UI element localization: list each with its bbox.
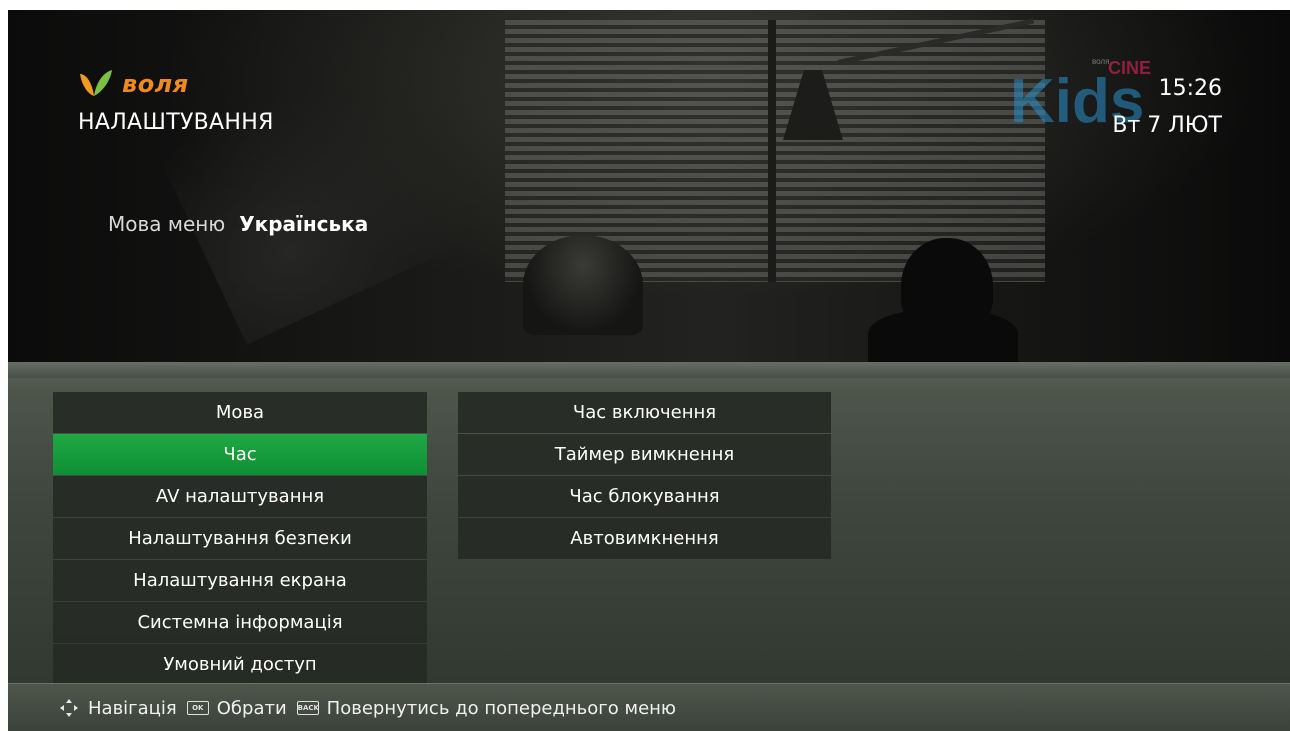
- hint-back: Повернутись до попереднього меню: [326, 697, 677, 719]
- hint-navigation: Навігація: [88, 697, 177, 719]
- hint-select: Обрати: [216, 697, 287, 719]
- submenu-item-auto-power-off[interactable]: Автовимкнення: [458, 518, 831, 559]
- clock-date: Вт 7 ЛЮТ: [1112, 113, 1222, 138]
- menu-item-conditional-access[interactable]: Умовний доступ: [53, 644, 427, 685]
- menu-language-info: Мова меню Українська: [108, 212, 368, 236]
- submenu-item-lock-time[interactable]: Час блокування: [458, 476, 831, 517]
- menu-language-value: Українська: [239, 212, 369, 236]
- back-key-icon: BACK: [296, 701, 319, 715]
- menu-item-language[interactable]: Мова: [53, 392, 427, 433]
- settings-panel: Мова Час AV налаштування Налаштування бе…: [8, 362, 1290, 686]
- tv-screen: воля НАЛАШТУВАННЯ Мова меню Українська Ki…: [8, 10, 1290, 731]
- background-window-frame: [768, 20, 776, 282]
- menu-item-av-settings[interactable]: AV налаштування: [53, 476, 427, 517]
- background-globe-lamp: [523, 235, 643, 335]
- channel-logo-sub: CINE: [1108, 58, 1151, 78]
- ok-key-icon: OK: [186, 701, 209, 715]
- page-title: НАЛАШТУВАННЯ: [78, 110, 274, 135]
- hint-bar: Навігація OK Обрати BACK Повернутись до …: [8, 683, 1290, 731]
- background-lamp-shadow: [153, 35, 483, 345]
- menu-item-system-info[interactable]: Системна інформація: [53, 602, 427, 643]
- settings-category-menu: Мова Час AV налаштування Налаштування бе…: [53, 392, 427, 686]
- background-video: воля НАЛАШТУВАННЯ Мова меню Українська Ki…: [8, 10, 1290, 370]
- time-submenu: Час включення Таймер вимкнення Час блоку…: [458, 392, 831, 560]
- menu-item-time[interactable]: Час: [53, 434, 427, 475]
- brand-name: воля: [122, 70, 189, 98]
- voliya-logo-icon: [80, 70, 112, 96]
- menu-item-screen-settings[interactable]: Налаштування екрана: [53, 560, 427, 601]
- background-silhouette-head: [901, 238, 993, 338]
- channel-logo-brand: воля: [1092, 57, 1109, 66]
- brand-logo: воля: [78, 68, 189, 100]
- dpad-navigation-icon: [60, 699, 78, 717]
- submenu-item-power-on-time[interactable]: Час включення: [458, 392, 831, 433]
- menu-language-label: Мова меню: [108, 212, 226, 236]
- submenu-item-sleep-timer[interactable]: Таймер вимкнення: [458, 434, 831, 475]
- clock-time: 15:26: [1158, 76, 1222, 101]
- menu-item-security-settings[interactable]: Налаштування безпеки: [53, 518, 427, 559]
